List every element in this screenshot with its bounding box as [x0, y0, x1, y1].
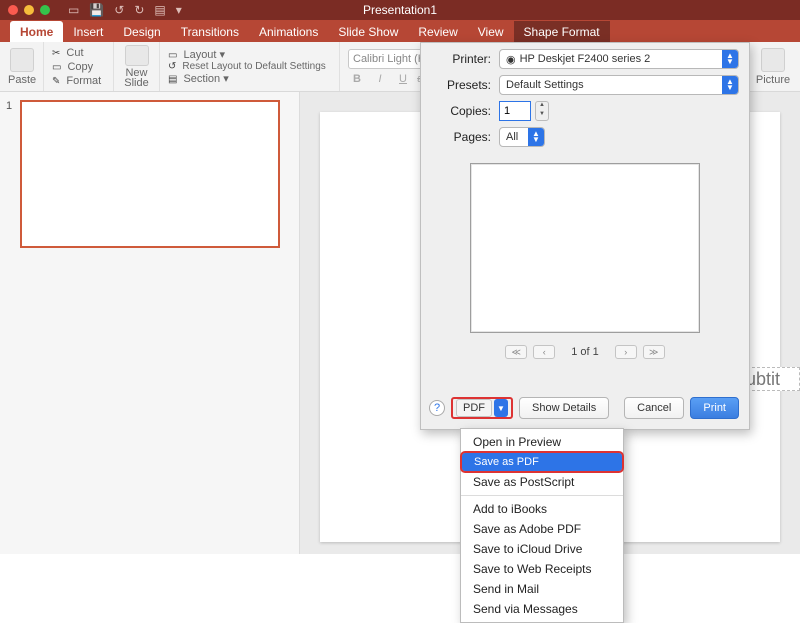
print-button[interactable]: Print [690, 397, 739, 419]
cut-button[interactable]: ✂Cut [52, 46, 105, 60]
copy-button[interactable]: ▭Copy [52, 60, 105, 74]
help-button[interactable]: ? [429, 400, 445, 416]
prev-page-button[interactable]: ‹ [533, 345, 555, 359]
menu-add-to-ibooks[interactable]: Add to iBooks [461, 499, 623, 519]
presets-value: Default Settings [506, 79, 584, 91]
menu-save-web-receipts[interactable]: Save to Web Receipts [461, 559, 623, 579]
menu-open-in-preview[interactable]: Open in Preview [461, 432, 623, 452]
tab-transitions[interactable]: Transitions [171, 21, 249, 42]
presets-select[interactable]: Default Settings ▲▼ [499, 75, 739, 95]
last-page-button[interactable]: ≫ [643, 345, 665, 359]
menu-save-as-adobe-pdf[interactable]: Save as Adobe PDF [461, 519, 623, 539]
underline-button[interactable]: U [394, 73, 412, 85]
next-page-button[interactable]: › [615, 345, 637, 359]
dialog-button-row: ? PDF ▼ Show Details Cancel Print [429, 397, 739, 419]
new-slide-icon[interactable] [125, 45, 149, 66]
chevron-down-icon: ▼ [494, 399, 508, 417]
tab-shape-format[interactable]: Shape Format [514, 21, 610, 42]
show-details-button[interactable]: Show Details [519, 397, 609, 419]
mac-titlebar: ▭ 💾 ↺ ↻ ▤ ▾ Presentation1 [0, 0, 800, 20]
copies-label: Copies: [431, 104, 491, 118]
tab-review[interactable]: Review [408, 21, 467, 42]
slide-thumbnail-1[interactable] [20, 100, 280, 248]
layout-button[interactable]: ▭Layout ▾ [168, 48, 331, 61]
menu-save-as-pdf[interactable]: Save as PDF [461, 452, 623, 472]
pdf-dropdown-button[interactable]: PDF ▼ [451, 397, 513, 419]
pages-label: Pages: [431, 130, 491, 144]
reset-layout-button[interactable]: ↺Reset Layout to Default Settings [168, 61, 331, 72]
italic-button[interactable]: I [371, 73, 389, 85]
tab-view[interactable]: View [468, 21, 514, 42]
new-slide-label[interactable]: New Slide [122, 68, 151, 88]
print-preview [470, 163, 700, 333]
ribbon-tabs: Home Insert Design Transitions Animation… [0, 20, 800, 42]
new-slide-group: New Slide [114, 42, 160, 91]
menu-save-to-icloud[interactable]: Save to iCloud Drive [461, 539, 623, 559]
printer-label: Printer: [431, 52, 491, 66]
printer-status-icon: ◉ [506, 53, 516, 66]
tab-insert[interactable]: Insert [63, 21, 113, 42]
picture-icon[interactable] [761, 48, 785, 72]
paste-icon[interactable] [10, 48, 34, 72]
pdf-label: PDF [463, 402, 485, 414]
printer-select[interactable]: ◉ HP Deskjet F2400 series 2 ▲▼ [499, 49, 739, 69]
pdf-menu: Open in Preview Save as PDF Save as Post… [460, 428, 624, 623]
printer-value: HP Deskjet F2400 series 2 [520, 53, 651, 65]
picture-label[interactable]: Picture [754, 74, 792, 86]
select-arrows-icon: ▲▼ [722, 50, 738, 68]
tab-slideshow[interactable]: Slide Show [328, 21, 408, 42]
format-button[interactable]: ✎Format [52, 74, 105, 88]
select-arrows-icon: ▲▼ [528, 128, 544, 146]
tab-animations[interactable]: Animations [249, 21, 328, 42]
select-arrows-icon: ▲▼ [722, 76, 738, 94]
page-indicator: 1 of 1 [571, 346, 599, 358]
tab-design[interactable]: Design [113, 21, 170, 42]
print-pager: ≪ ‹ 1 of 1 › ≫ [421, 345, 749, 359]
paste-group: Paste [0, 42, 44, 91]
first-page-button[interactable]: ≪ [505, 345, 527, 359]
paste-label[interactable]: Paste [8, 74, 35, 86]
copies-input[interactable] [499, 101, 531, 121]
menu-separator [461, 495, 623, 496]
clipboard-buttons: ✂Cut ▭Copy ✎Format [44, 42, 114, 91]
menu-save-as-postscript[interactable]: Save as PostScript [461, 472, 623, 492]
document-title: Presentation1 [0, 3, 800, 17]
bold-button[interactable]: B [348, 73, 366, 85]
menu-send-via-messages[interactable]: Send via Messages [461, 599, 623, 619]
section-button[interactable]: ▤Section ▾ [168, 72, 331, 85]
picture-group: Picture [746, 42, 800, 91]
slide-thumbnail-panel: 1 [0, 92, 300, 554]
layout-group: ▭Layout ▾ ↺Reset Layout to Default Setti… [160, 42, 340, 91]
pages-select[interactable]: All ▲▼ [499, 127, 545, 147]
print-dialog: Printer: ◉ HP Deskjet F2400 series 2 ▲▼ … [420, 42, 750, 430]
menu-send-in-mail[interactable]: Send in Mail [461, 579, 623, 599]
cancel-button[interactable]: Cancel [624, 397, 684, 419]
slide-number: 1 [6, 100, 12, 112]
presets-label: Presets: [431, 78, 491, 92]
copies-stepper[interactable]: ▲▼ [535, 101, 549, 121]
pages-value: All [506, 131, 518, 143]
tab-home[interactable]: Home [10, 21, 63, 42]
